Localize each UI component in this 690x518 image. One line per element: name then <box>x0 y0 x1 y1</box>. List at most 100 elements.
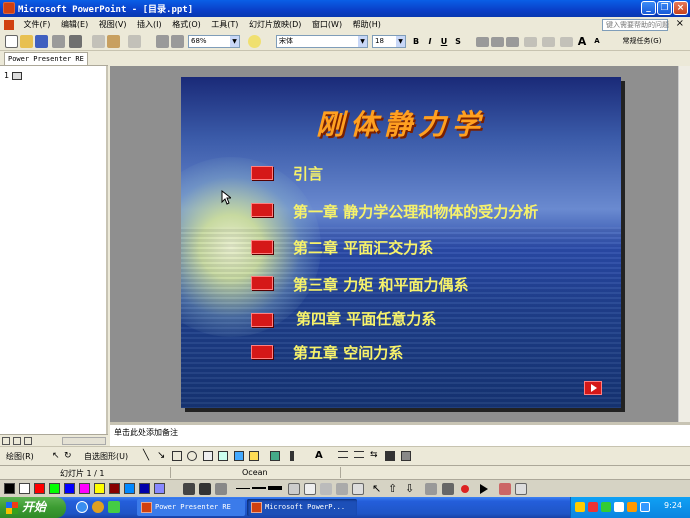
line-style-icon[interactable] <box>338 451 348 458</box>
tray-icon[interactable] <box>627 502 637 512</box>
help-icon[interactable] <box>248 35 261 48</box>
powerpoint-app-icon[interactable] <box>3 2 15 14</box>
color-swatch[interactable] <box>64 483 75 494</box>
help-search-input[interactable]: 键入需要帮助的问题 <box>602 19 669 31</box>
undo-icon[interactable] <box>128 35 141 48</box>
bullet-button[interactable] <box>251 313 273 327</box>
align-right-icon[interactable] <box>506 37 519 47</box>
select-pointer-icon[interactable]: ↖ <box>52 451 60 461</box>
color-swatch[interactable] <box>94 483 105 494</box>
color-swatch[interactable] <box>79 483 90 494</box>
arrow-icon[interactable]: ↘ <box>157 450 165 461</box>
tray-icon[interactable] <box>614 502 624 512</box>
3d-style-icon[interactable] <box>401 451 411 461</box>
slide-item-chapter1[interactable]: 第一章 静力学公理和物体的受力分析 <box>293 201 538 222</box>
chevron-down-icon[interactable]: ▼ <box>358 36 367 47</box>
pointer-tool-icon[interactable]: ↖ <box>372 482 381 495</box>
shadow-button[interactable]: S <box>452 35 464 48</box>
dash-style-icon[interactable] <box>354 451 364 458</box>
align-left-icon[interactable] <box>476 37 489 47</box>
rectangle-icon[interactable] <box>172 451 182 461</box>
bold-button[interactable]: B <box>410 35 422 48</box>
projector-icon[interactable] <box>215 483 227 495</box>
settings-icon[interactable] <box>499 483 511 495</box>
chevron-down-icon[interactable]: ▼ <box>230 36 239 47</box>
draw-menu[interactable]: 绘图(R) <box>6 451 34 462</box>
window-title-bar[interactable]: Microsoft PowerPoint - [目录.ppt] _ ❐ × <box>0 0 690 17</box>
monitor-icon[interactable] <box>199 483 211 495</box>
wordart-icon[interactable] <box>234 451 244 461</box>
grow-font-button[interactable]: A <box>576 35 588 48</box>
numbering-icon[interactable] <box>524 37 537 47</box>
insert-chart-icon[interactable] <box>156 35 169 48</box>
print-icon[interactable] <box>69 35 82 48</box>
menu-format[interactable]: 格式(O) <box>168 17 205 33</box>
tray-icon[interactable] <box>575 502 585 512</box>
screen-icon[interactable] <box>183 483 195 495</box>
floppy-icon[interactable] <box>442 483 454 495</box>
record-icon[interactable] <box>461 485 469 493</box>
slide-item-chapter3[interactable]: 第三章 力矩 和平面力偶系 <box>293 274 468 295</box>
bullets-icon[interactable] <box>542 37 555 47</box>
shadow-style-icon[interactable] <box>385 451 395 461</box>
bullet-button[interactable] <box>251 345 273 359</box>
media-icon[interactable] <box>92 501 104 513</box>
color-swatch[interactable] <box>124 483 135 494</box>
rotate-icon[interactable]: ↻ <box>64 451 72 461</box>
eraser-icon[interactable] <box>304 483 316 495</box>
arrow-style-icon[interactable]: ⇆ <box>370 451 380 461</box>
align-center-icon[interactable] <box>491 37 504 47</box>
thick-line-icon[interactable] <box>268 486 282 490</box>
insert-diagram-icon[interactable] <box>249 451 259 461</box>
font-select[interactable]: 宋体 ▼ <box>276 35 368 48</box>
close-button[interactable]: × <box>673 1 688 15</box>
tray-icon[interactable] <box>588 502 598 512</box>
bullet-button[interactable] <box>251 203 273 217</box>
exit-icon[interactable] <box>515 483 527 495</box>
vertical-textbox-icon[interactable] <box>218 451 228 461</box>
italic-button[interactable]: I <box>424 35 436 48</box>
arrow-up-icon[interactable]: ⇧ <box>388 482 397 495</box>
clock[interactable]: 9:24 <box>664 501 682 510</box>
bullet-button[interactable] <box>251 276 273 290</box>
task-power-presenter[interactable]: Power Presenter RE <box>137 499 245 516</box>
medium-line-icon[interactable] <box>252 487 266 489</box>
menu-slideshow[interactable]: 幻灯片放映(D) <box>245 17 305 33</box>
task-pane-button[interactable]: 常规任务(G) <box>612 35 672 48</box>
menu-window[interactable]: 窗口(W) <box>308 17 346 33</box>
color-swatch[interactable] <box>109 483 120 494</box>
next-slide-button[interactable] <box>584 381 602 395</box>
slide-item-chapter4[interactable]: 第四章 平面任意力系 <box>296 308 436 329</box>
bullet-button[interactable] <box>251 240 273 254</box>
marker-icon[interactable] <box>288 483 300 495</box>
menu-tools[interactable]: 工具(T) <box>207 17 242 33</box>
color-swatch[interactable] <box>139 483 150 494</box>
color-swatch[interactable] <box>19 483 30 494</box>
permission-icon[interactable] <box>52 35 65 48</box>
chevron-down-icon[interactable]: ▼ <box>396 36 405 47</box>
power-presenter-tab[interactable]: Power Presenter RE <box>4 52 88 65</box>
decrease-indent-icon[interactable] <box>560 37 573 47</box>
slide-item-intro[interactable]: 引言 <box>293 163 323 184</box>
open-icon[interactable] <box>20 35 33 48</box>
close-document-button[interactable]: × <box>676 19 684 29</box>
play-icon[interactable] <box>480 484 488 494</box>
save-icon[interactable] <box>35 35 48 48</box>
normal-view-icon[interactable] <box>2 437 10 445</box>
slide-canvas[interactable]: 刚体静力学 引言 第一章 静力学公理和物体的受力分析 第二章 平面汇交力系 第三… <box>181 77 621 408</box>
paste-icon[interactable] <box>107 35 120 48</box>
autoshapes-menu[interactable]: 自选图形(U) <box>84 451 128 462</box>
volume-icon[interactable] <box>640 502 650 512</box>
pen-icon[interactable] <box>320 483 332 495</box>
arrow-down-icon[interactable]: ⇩ <box>405 482 414 495</box>
menu-help[interactable]: 帮助(H) <box>349 17 385 33</box>
brush-icon[interactable] <box>336 483 348 495</box>
notes-pane[interactable]: 单击此处添加备注 <box>110 422 690 446</box>
color-swatch[interactable] <box>49 483 60 494</box>
start-button[interactable]: 开始 <box>0 497 66 518</box>
task-powerpoint[interactable]: Microsoft PowerP... <box>247 499 357 516</box>
restore-button[interactable]: ❐ <box>657 1 672 15</box>
slide-item-chapter2[interactable]: 第二章 平面汇交力系 <box>293 237 433 258</box>
bullet-button[interactable] <box>251 166 273 180</box>
highlighter-icon[interactable] <box>352 483 364 495</box>
